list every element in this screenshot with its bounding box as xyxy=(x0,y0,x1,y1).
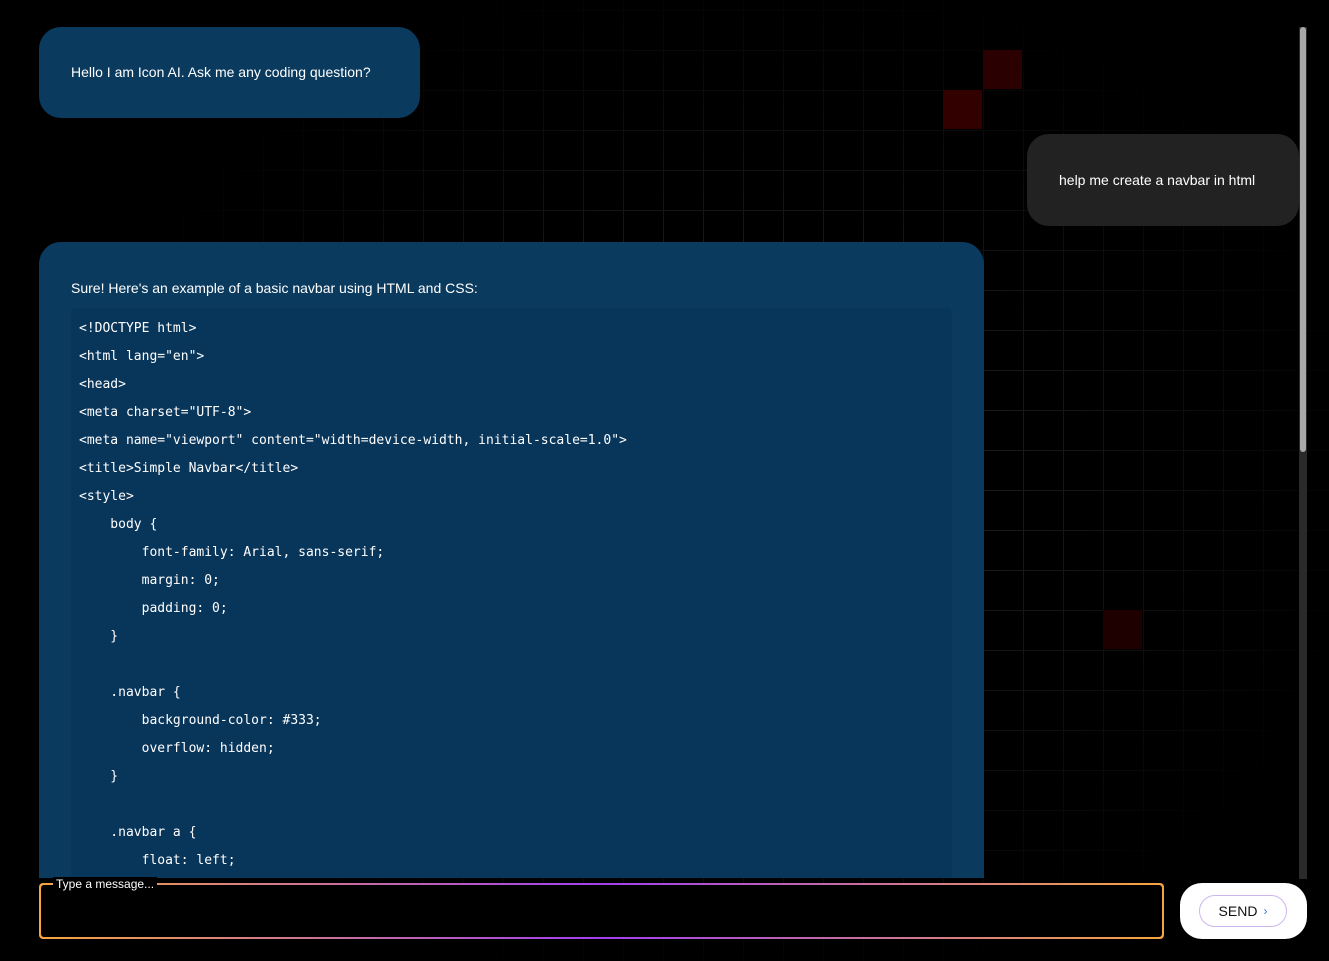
code-line: <head> xyxy=(79,377,126,392)
code-line: padding: 0; xyxy=(79,601,228,616)
code-line: font-family: Arial, sans-serif; xyxy=(79,545,385,560)
code-line: float: left; xyxy=(79,853,236,868)
code-line: body { xyxy=(79,517,158,532)
message-input-label: Type a message... xyxy=(53,877,158,891)
code-line: <meta charset="UTF-8"> xyxy=(79,405,252,420)
code-line: <meta name="viewport" content="width=dev… xyxy=(79,433,627,448)
scrollbar[interactable] xyxy=(1299,27,1307,879)
scrollbar-thumb[interactable] xyxy=(1300,27,1306,452)
message-text: help me create a navbar in html xyxy=(1059,172,1256,188)
code-line: } xyxy=(79,769,119,784)
send-container: SEND › xyxy=(1180,883,1307,939)
code-line: <title>Simple Navbar</title> xyxy=(79,461,299,476)
chat-messages[interactable]: Hello I am Icon AI. Ask me any coding qu… xyxy=(0,0,1309,878)
code-line: overflow: hidden; xyxy=(79,741,275,756)
message-text: Sure! Here's an example of a basic navba… xyxy=(71,280,478,296)
message-text: Hello I am Icon AI. Ask me any coding qu… xyxy=(71,64,371,80)
code-line: margin: 0; xyxy=(79,573,220,588)
code-line: <style> xyxy=(79,489,134,504)
bot-message: Hello I am Icon AI. Ask me any coding qu… xyxy=(39,27,420,118)
message-input-frame xyxy=(39,883,1164,939)
code-line: background-color: #333; xyxy=(79,713,322,728)
send-label: SEND xyxy=(1218,903,1258,919)
message-input[interactable] xyxy=(41,885,1162,937)
bot-message: Sure! Here's an example of a basic navba… xyxy=(39,242,984,878)
user-message: help me create a navbar in html xyxy=(1027,134,1299,226)
send-button[interactable]: SEND › xyxy=(1199,895,1287,927)
code-block: <!DOCTYPE html> <html lang="en"> <head> <me… xyxy=(71,308,952,878)
code-line: .navbar a { xyxy=(79,825,197,840)
code-line: .navbar { xyxy=(79,685,181,700)
code-line: <!DOCTYPE html> xyxy=(79,321,197,336)
code-line: <html lang="en"> xyxy=(79,349,205,364)
code-line: } xyxy=(79,629,119,644)
chevron-right-icon: › xyxy=(1263,904,1268,918)
